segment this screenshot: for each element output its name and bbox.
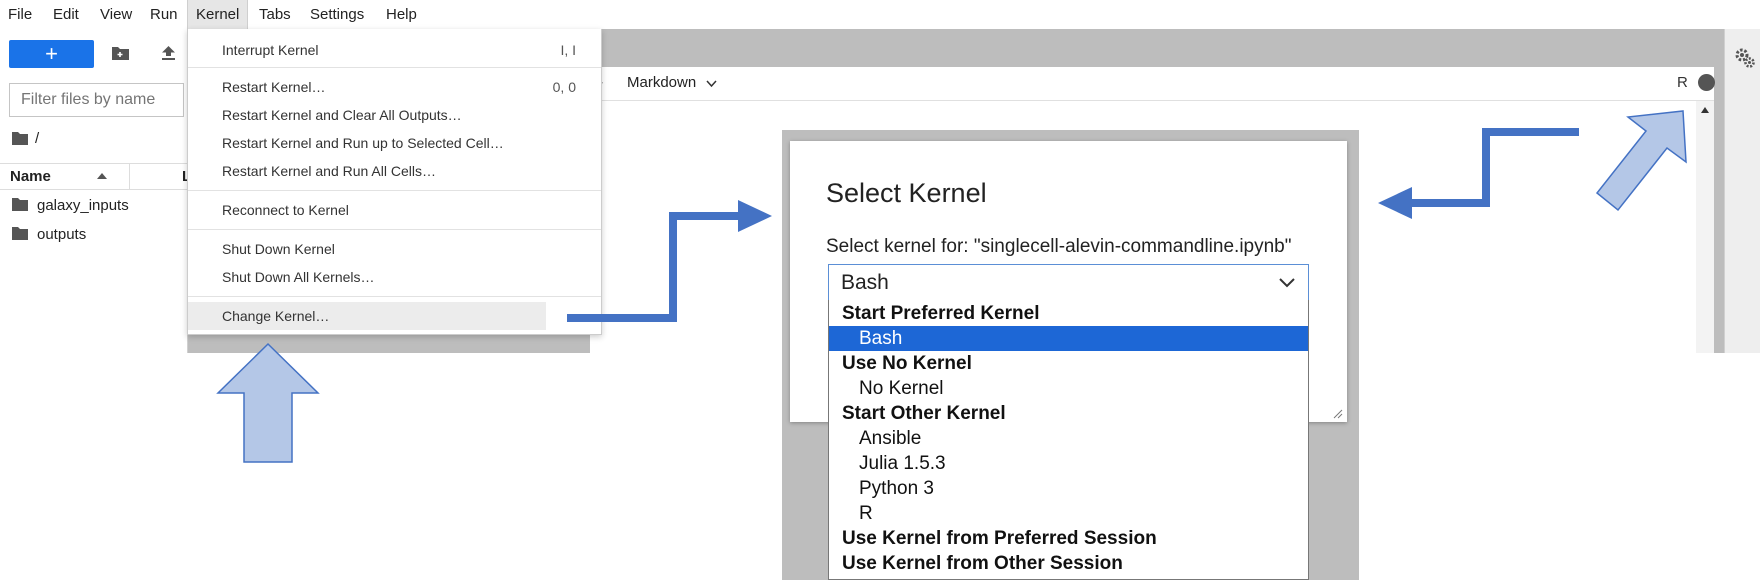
file-row[interactable]: outputs (0, 220, 187, 248)
menu-item-label: Restart Kernel… (222, 79, 326, 95)
menu-item-shortcut: I, I (560, 42, 576, 58)
menu-edit[interactable]: Edit (45, 0, 87, 29)
menu-settings[interactable]: Settings (302, 0, 372, 29)
menu-change-kernel[interactable]: Change Kernel… (188, 302, 546, 330)
new-folder-icon[interactable] (112, 46, 129, 60)
kernel-option-python3[interactable]: Python 3 (829, 476, 1308, 501)
dialog-label: Select kernel for: "singlecell-alevin-co… (826, 236, 1292, 257)
menu-restart-run-to-selected[interactable]: Restart Kernel and Run up to Selected Ce… (188, 129, 601, 157)
up-arrow-annotation (216, 342, 320, 463)
menu-restart-run-all[interactable]: Restart Kernel and Run All Cells… (188, 157, 601, 185)
menu-shut-down-all-kernels[interactable]: Shut Down All Kernels… (188, 263, 601, 291)
kernel-status-icon (1698, 74, 1715, 91)
scroll-up-icon[interactable] (1701, 107, 1709, 113)
menu-separator (188, 296, 601, 297)
menu-item-label: Reconnect to Kernel (222, 202, 349, 218)
file-name: galaxy_inputs (37, 197, 129, 214)
menu-reconnect-kernel[interactable]: Reconnect to Kernel (188, 196, 601, 224)
menu-item-label: Change Kernel… (222, 308, 330, 324)
kernel-select-value: Bash (841, 271, 889, 294)
menu-tabs[interactable]: Tabs (251, 0, 299, 29)
property-inspector-gears-icon[interactable] (1734, 47, 1756, 69)
cell-type-select[interactable]: Markdown (627, 74, 696, 91)
sort-ascending-icon (97, 173, 107, 179)
kernel-select[interactable]: Bash (828, 264, 1309, 301)
kernel-options-list: Start Preferred Kernel Bash Use No Kerne… (828, 300, 1309, 580)
filter-files-input[interactable] (9, 83, 184, 117)
menu-restart-clear-outputs[interactable]: Restart Kernel and Clear All Outputs… (188, 101, 601, 129)
right-sidebar (1724, 29, 1760, 353)
option-group-no-kernel: Use No Kernel (842, 353, 972, 374)
column-divider (129, 164, 130, 189)
chevron-down-icon (706, 80, 717, 88)
folder-icon (12, 198, 28, 211)
breadcrumb[interactable]: / (35, 130, 39, 147)
kernel-option-bash[interactable]: Bash (829, 326, 1308, 351)
menu-item-label: Shut Down All Kernels… (222, 269, 375, 285)
menu-shut-down-kernel[interactable]: Shut Down Kernel (188, 235, 601, 263)
menu-item-shortcut: 0, 0 (552, 79, 576, 95)
menu-view[interactable]: View (92, 0, 140, 29)
dialog-title: Select Kernel (826, 178, 987, 208)
file-row[interactable]: galaxy_inputs (0, 191, 187, 219)
column-name[interactable]: Name (10, 168, 51, 185)
menu-item-label: Interrupt Kernel (222, 42, 319, 58)
menu-interrupt-kernel[interactable]: Interrupt Kernel I, I (188, 36, 601, 64)
kernel-option-julia[interactable]: Julia 1.5.3 (829, 451, 1308, 476)
kernel-option-r[interactable]: R (829, 501, 1308, 526)
menubar: File Edit View Run Kernel Tabs Settings … (0, 0, 1760, 29)
menu-item-label: Restart Kernel and Run up to Selected Ce… (222, 135, 504, 151)
option-group-other-session: Use Kernel from Other Session (842, 553, 1123, 574)
menu-separator (188, 67, 601, 68)
file-name: outputs (37, 226, 87, 243)
folder-icon (12, 227, 28, 240)
menu-file[interactable]: File (0, 0, 40, 29)
kernel-name[interactable]: R (1677, 74, 1688, 91)
menu-kernel[interactable]: Kernel (187, 0, 249, 29)
notebook-toolbar: ▸ Markdown R (590, 67, 1715, 101)
option-group-start-preferred: Start Preferred Kernel (842, 303, 1040, 324)
kernel-menu: Interrupt Kernel I, I Restart Kernel… 0,… (187, 29, 602, 335)
menu-item-label: Restart Kernel and Run All Cells… (222, 163, 436, 179)
notebook-scrollbar[interactable] (1696, 101, 1714, 353)
menu-help[interactable]: Help (378, 0, 425, 29)
menu-item-label: Restart Kernel and Clear All Outputs… (222, 107, 462, 123)
menu-item-label: Shut Down Kernel (222, 241, 335, 257)
kernel-option-ansible[interactable]: Ansible (829, 426, 1308, 451)
menu-restart-kernel[interactable]: Restart Kernel… 0, 0 (188, 73, 601, 101)
kernel-option-no-kernel[interactable]: No Kernel (829, 376, 1308, 401)
resize-handle-icon[interactable] (1333, 409, 1343, 419)
option-group-start-other: Start Other Kernel (842, 403, 1006, 424)
menu-run[interactable]: Run (142, 0, 186, 29)
menu-separator (188, 190, 601, 191)
new-launcher-button[interactable]: + (9, 40, 94, 68)
option-group-preferred-session: Use Kernel from Preferred Session (842, 528, 1157, 549)
file-list-header: Name L (0, 163, 191, 190)
chevron-down-icon (1279, 278, 1295, 288)
menu-separator (188, 229, 601, 230)
upload-icon[interactable] (162, 46, 175, 60)
folder-icon (12, 132, 28, 145)
